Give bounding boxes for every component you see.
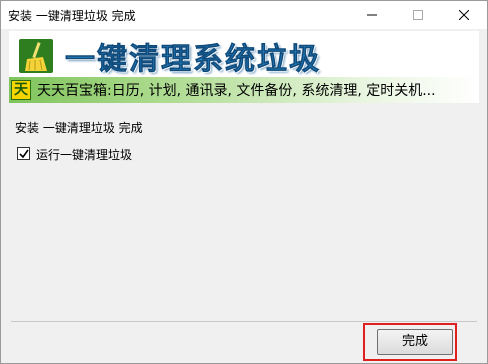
maximize-button [395,1,441,29]
promo-strip: 天 天天百宝箱:日历, 计划, 通讯录, 文件备份, 系统清理, 定时关机... [9,77,479,103]
checkmark-icon [19,149,29,159]
maximize-icon [413,10,423,20]
banner-title: 一键清理系统垃圾 [65,42,321,78]
content-area: 安装 一键清理垃圾 完成 运行一键清理垃圾 [1,107,487,327]
broom-icon [19,39,53,73]
details-area [11,177,477,327]
finish-button[interactable]: 完成 [377,329,453,355]
close-button[interactable] [441,1,487,29]
promo-text: 天天百宝箱:日历, 计划, 通讯录, 文件备份, 系统清理, 定时关机... [37,83,436,99]
minimize-button[interactable] [349,1,395,29]
window-title: 安装 一键清理垃圾 完成 [8,9,136,23]
run-checkbox-label[interactable]: 运行一键清理垃圾 [36,146,132,163]
banner-top: 一键清理系统垃圾 [9,31,479,77]
title-bar[interactable]: 安装 一键清理垃圾 完成 [1,1,487,29]
header-banner: 一键清理系统垃圾 天 天天百宝箱:日历, 计划, 通讯录, 文件备份, 系统清理… [1,29,487,107]
installer-window: 安装 一键清理垃圾 完成 一键清理系统垃圾 天 天天百宝箱:日历, 计划, 通讯… [0,0,488,364]
close-icon [459,10,469,20]
status-text: 安装 一键清理垃圾 完成 [15,121,143,135]
tian-logo-icon: 天 [11,80,31,100]
footer-separator [11,321,477,322]
run-checkbox[interactable] [17,147,30,160]
minimize-icon [367,14,377,16]
